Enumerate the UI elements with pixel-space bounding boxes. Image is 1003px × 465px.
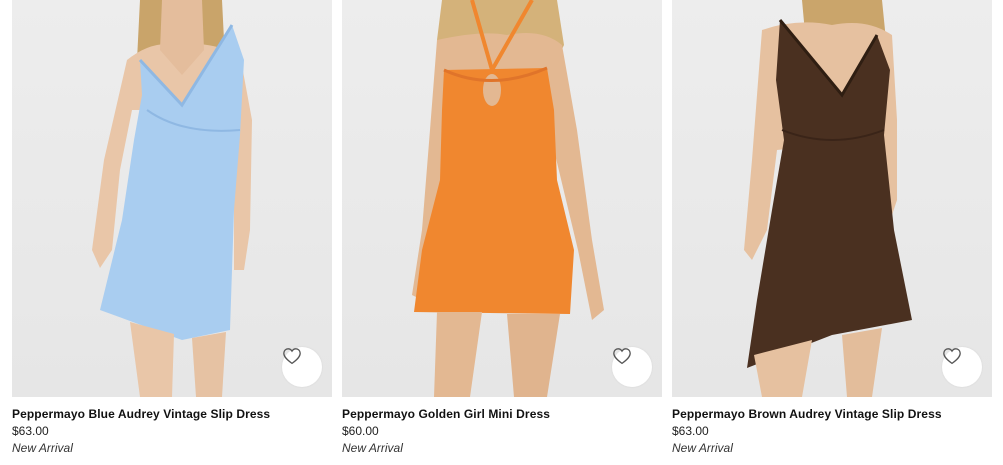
product-price: $60.00 [342,424,379,438]
product-card[interactable]: Peppermayo Brown Audrey Vintage Slip Dre… [672,0,992,465]
product-image[interactable] [12,0,332,397]
product-price: $63.00 [672,424,709,438]
product-badge: New Arrival [672,441,733,455]
product-image[interactable] [672,0,992,397]
wishlist-button[interactable] [282,347,322,387]
product-name[interactable]: Peppermayo Golden Girl Mini Dress [342,407,662,421]
product-name[interactable]: Peppermayo Blue Audrey Vintage Slip Dres… [12,407,332,421]
product-card[interactable]: Peppermayo Golden Girl Mini Dress $60.00… [342,0,662,465]
model-figure [744,0,912,397]
product-image[interactable] [342,0,662,397]
wishlist-button[interactable] [942,347,982,387]
heart-outline-icon [283,348,301,365]
model-figure [412,0,604,397]
model-figure [92,0,252,397]
product-price: $63.00 [12,424,49,438]
product-badge: New Arrival [342,441,403,455]
product-name[interactable]: Peppermayo Brown Audrey Vintage Slip Dre… [672,407,992,421]
product-card[interactable]: Peppermayo Blue Audrey Vintage Slip Dres… [12,0,332,465]
heart-outline-icon [613,348,631,365]
wishlist-button[interactable] [612,347,652,387]
heart-outline-icon [943,348,961,365]
product-grid: Peppermayo Blue Audrey Vintage Slip Dres… [0,0,1003,465]
product-badge: New Arrival [12,441,73,455]
